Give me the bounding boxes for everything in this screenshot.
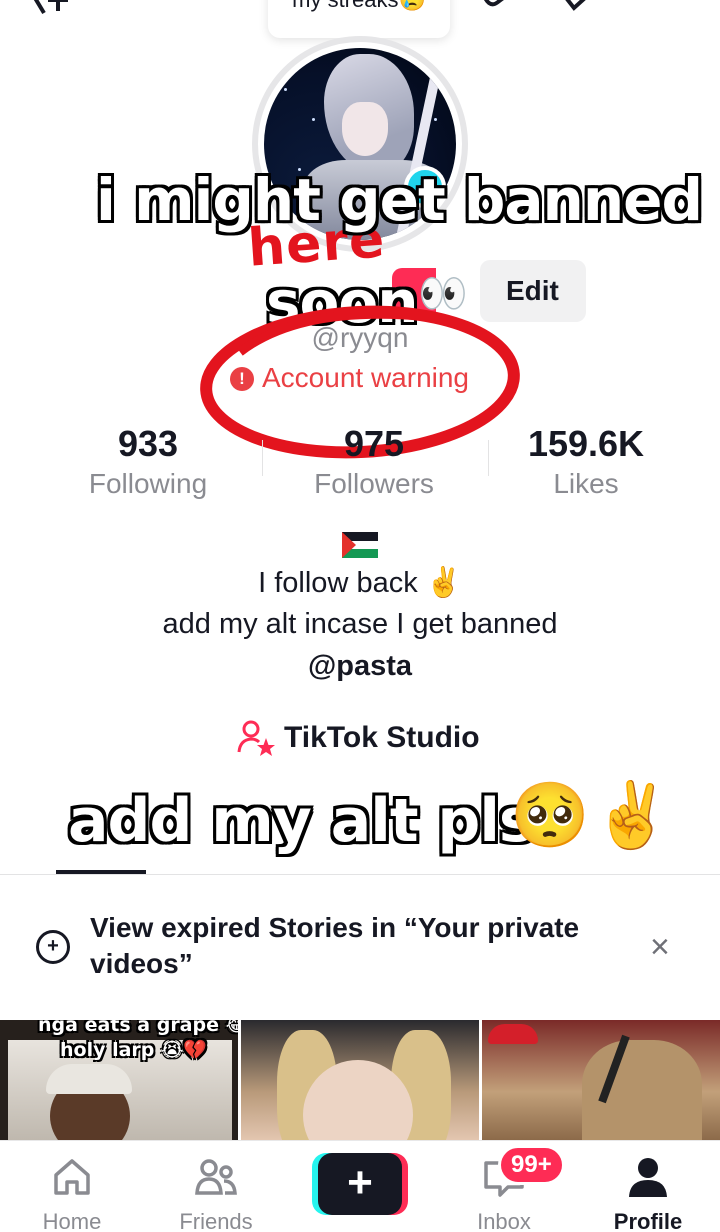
overlay-caption-3: add my alt pls: [68, 786, 535, 856]
home-icon: [54, 1159, 90, 1195]
close-icon[interactable]: ×: [650, 928, 670, 967]
video-thumbnail[interactable]: [482, 1020, 720, 1140]
nav-home-label: Home: [42, 1209, 102, 1232]
inbox-badge: 99+: [498, 1145, 565, 1185]
tiktok-studio-button[interactable]: TikTok Studio: [236, 716, 480, 760]
pencil-icon[interactable]: [556, 0, 606, 26]
stat-following[interactable]: 933 Following: [28, 424, 268, 504]
nav-profile-label: Profile: [613, 1209, 683, 1232]
video-caption-2: holy larp 😭💔: [60, 1039, 207, 1061]
friends-icon: [195, 1159, 237, 1195]
peace-emoji: ✌: [592, 779, 672, 851]
flag-icon: [342, 532, 378, 558]
nav-friends-label: Friends: [179, 1209, 253, 1232]
studio-label: TikTok Studio: [284, 721, 480, 754]
bio-line-2: add my alt incase I get banned: [162, 608, 558, 640]
expired-stories-banner[interactable]: + View expired Stories in “Your private …: [0, 890, 720, 1010]
nav-home[interactable]: Home: [12, 1141, 132, 1232]
likes-count: 159.6K: [527, 423, 645, 464]
create-button[interactable]: +: [312, 1153, 408, 1215]
overlay-caption-1: i might get banned: [96, 166, 703, 234]
tabs-divider: [0, 874, 720, 875]
bio-line-1: I follow back ✌: [258, 567, 462, 599]
stories-banner-text: View expired Stories in “Your private vi…: [90, 912, 580, 979]
followers-count: 975: [343, 423, 405, 464]
nav-friends[interactable]: Friends: [156, 1141, 276, 1232]
profile-icon: [629, 1158, 667, 1197]
menu-icon[interactable]: [636, 0, 686, 26]
followers-label: Followers: [314, 468, 434, 499]
stat-likes[interactable]: 159.6K Likes: [466, 424, 706, 504]
studio-icon: [237, 720, 275, 756]
nav-profile[interactable]: Profile: [588, 1141, 708, 1232]
streaks-button[interactable]: my streaks😢: [268, 0, 450, 38]
video-caption-1: nga eats a grape 😂: [38, 1020, 238, 1036]
following-label: Following: [88, 468, 208, 499]
bio-mention-link[interactable]: @pasta: [0, 650, 720, 683]
top-bar: my streaks😢: [0, 0, 720, 40]
streaks-label: my streaks😢: [292, 0, 426, 12]
add-user-icon[interactable]: [28, 0, 88, 29]
following-count: 933: [117, 423, 179, 464]
stat-followers[interactable]: 975 Followers: [254, 424, 494, 504]
nav-inbox-label: Inbox: [477, 1209, 531, 1232]
video-thumbnail[interactable]: nga eats a grape 😂 holy larp 😭💔: [0, 1020, 238, 1140]
stories-icon: +: [36, 930, 70, 964]
streak-icon[interactable]: [478, 0, 518, 26]
video-thumbnail[interactable]: [241, 1020, 479, 1140]
likes-label: Likes: [553, 468, 619, 499]
pleading-emoji: 🥺: [510, 779, 590, 851]
create-icon: +: [318, 1153, 402, 1215]
bottom-nav: Home Friends + Inbox 99+ Profile: [0, 1140, 720, 1232]
